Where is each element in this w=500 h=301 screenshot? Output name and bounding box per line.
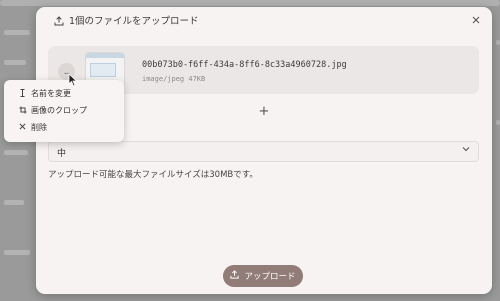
dialog-title: 1個のファイルをアップロード xyxy=(69,16,199,27)
background-line xyxy=(4,30,30,35)
upload-button-label: アップロード xyxy=(244,272,296,282)
add-file-button[interactable]: + xyxy=(257,104,271,119)
upload-dialog: 1個のファイルをアップロード ... 00b073b0-f6ff-434a-8f… xyxy=(36,7,492,294)
menu-item-delete[interactable]: 削除 xyxy=(4,119,124,136)
background-topbar xyxy=(0,0,500,6)
close-icon xyxy=(472,14,480,27)
dialog-header: 1個のファイルをアップロード xyxy=(36,7,492,33)
upload-icon xyxy=(230,270,240,282)
menu-item-label: 画像のクロップ xyxy=(31,106,87,115)
upload-button[interactable]: アップロード xyxy=(223,265,303,287)
menu-item-label: 名前を変更 xyxy=(31,89,71,98)
crop-icon xyxy=(19,106,31,116)
size-select[interactable]: 中 xyxy=(48,141,479,162)
file-meta: image/jpeg 47KB xyxy=(142,75,206,83)
thumbnail-box xyxy=(90,63,116,77)
file-context-menu: 名前を変更 画像のクロップ 削除 xyxy=(4,80,124,142)
upload-icon xyxy=(54,11,64,30)
close-button[interactable] xyxy=(470,14,482,26)
thumbnail-bar xyxy=(86,53,124,58)
file-name: 00b073b0-f6ff-434a-8ff6-8c33a4960728.jpg xyxy=(142,60,347,70)
max-size-hint: アップロード可能な最大ファイルサイズは30MBです。 xyxy=(48,170,258,180)
menu-item-label: 削除 xyxy=(31,123,47,132)
background-line xyxy=(496,40,500,45)
menu-item-crop[interactable]: 画像のクロップ xyxy=(4,102,124,119)
size-select-value: 中 xyxy=(57,149,67,159)
chevron-down-icon xyxy=(462,145,470,156)
close-icon xyxy=(19,123,31,132)
background-line xyxy=(4,60,26,65)
background-line xyxy=(4,150,28,155)
text-cursor-icon xyxy=(19,88,31,99)
background-line xyxy=(4,200,24,205)
background-line xyxy=(4,250,30,255)
mouse-cursor-icon xyxy=(68,73,78,87)
menu-item-rename[interactable]: 名前を変更 xyxy=(4,85,124,102)
background-line xyxy=(496,120,500,125)
